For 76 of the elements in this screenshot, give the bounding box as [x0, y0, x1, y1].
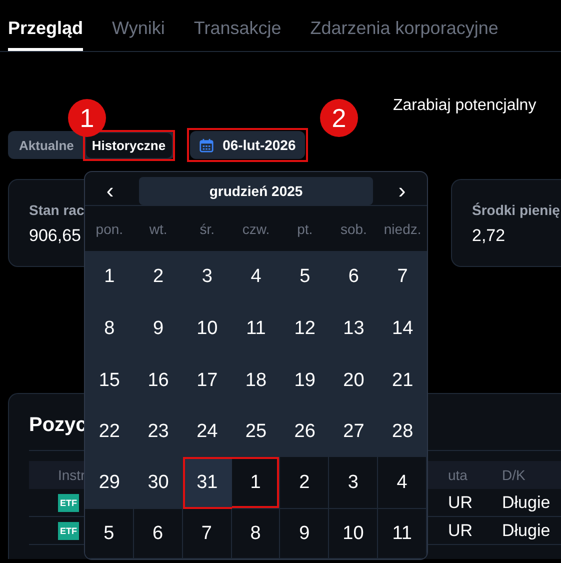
calendar-day[interactable]: 16	[134, 355, 183, 407]
column-header: Instr	[58, 467, 86, 483]
month-button[interactable]: grudzień 2025	[139, 177, 373, 205]
table-cell: Długie	[502, 492, 550, 512]
card-label: Stan rac	[29, 202, 84, 218]
calendar-day[interactable]: 2	[134, 251, 183, 303]
calendar-day[interactable]: 24	[182, 407, 232, 457]
calendar-day[interactable]: 5	[85, 509, 134, 559]
calendar-icon	[198, 138, 214, 152]
calendar-day[interactable]: 4	[378, 457, 427, 509]
tab[interactable]: Zdarzenia korporacyjne	[310, 16, 498, 51]
etf-badge: ETF	[58, 522, 79, 540]
tab[interactable]: Przegląd	[8, 16, 84, 51]
calendar-day[interactable]: 23	[134, 407, 183, 457]
calendar-day[interactable]: 15	[85, 355, 134, 407]
calendar-day[interactable]: 7	[182, 509, 232, 559]
etf-badge: ETF	[58, 494, 79, 512]
calendar-day[interactable]: 20	[329, 355, 378, 407]
calendar-day[interactable]: 26	[280, 407, 330, 457]
tab[interactable]: Wyniki	[112, 16, 165, 51]
calendar-day[interactable]: 28	[378, 407, 427, 457]
calendar-day[interactable]: 4	[232, 251, 280, 303]
calendar-day[interactable]: 1	[85, 251, 134, 303]
weekday-label: niedz.	[382, 220, 422, 236]
calendar-day[interactable]: 6	[329, 251, 378, 303]
calendar-day[interactable]: 17	[182, 355, 232, 407]
column-header: D/K	[502, 467, 526, 483]
calendar-day[interactable]: 10	[182, 303, 232, 355]
weekday-label: wt.	[148, 220, 168, 236]
column-header: uta	[448, 467, 468, 483]
toggle-option[interactable]: Historyczne	[86, 132, 172, 158]
calendar-day[interactable]: 18	[232, 355, 280, 407]
calendar-day[interactable]: 31	[182, 457, 232, 509]
card-label: Środki pienię	[472, 202, 560, 218]
calendar-day[interactable]: 12	[280, 303, 330, 355]
calendar-day[interactable]: 9	[134, 303, 183, 355]
table-cell: UR	[448, 520, 473, 540]
card-value: 2,72	[472, 226, 506, 246]
calendar-day[interactable]: 5	[280, 251, 330, 303]
calendar-day[interactable]: 2	[280, 457, 330, 509]
calendar-day[interactable]: 1	[232, 457, 280, 509]
calendar-day[interactable]: 8	[232, 509, 280, 559]
weekday-label: pt.	[296, 220, 314, 236]
table-cell: UR	[448, 492, 473, 512]
promo-text: Zarabiaj potencjalny	[393, 97, 536, 114]
calendar-day[interactable]: 9	[280, 509, 330, 559]
calendar-day[interactable]: 25	[232, 407, 280, 457]
number-marker: 1	[68, 99, 106, 137]
table-cell: Długie	[502, 520, 550, 540]
calendar-day[interactable]: 8	[85, 303, 134, 355]
calendar-day[interactable]: 10	[329, 509, 378, 559]
tab[interactable]: Transakcje	[194, 16, 282, 51]
calendar-day[interactable]: 19	[280, 355, 330, 407]
calendar-day[interactable]: 11	[232, 303, 280, 355]
calendar-day[interactable]: 7	[378, 251, 427, 303]
calendar-day[interactable]: 11	[378, 509, 427, 559]
date-button[interactable]: 06-lut-2026	[190, 131, 305, 159]
card-value: 906,65	[29, 226, 81, 246]
calendar-day[interactable]: 14	[378, 303, 427, 355]
weekday-label: śr.	[198, 220, 216, 236]
weekday-label: sob.	[339, 220, 368, 236]
calendar-day[interactable]: 30	[134, 457, 183, 509]
previous-month-button[interactable]: ‹	[97, 179, 123, 203]
calendar-day[interactable]: 6	[134, 509, 183, 559]
weekday-label: czw.	[241, 220, 271, 236]
calendar-day[interactable]: 13	[329, 303, 378, 355]
number-marker: 2	[320, 99, 358, 137]
calendar-day[interactable]: 22	[85, 407, 134, 457]
calendar-day[interactable]: 21	[378, 355, 427, 407]
calendar-day[interactable]: 3	[182, 251, 232, 303]
next-month-button[interactable]: ›	[389, 179, 415, 203]
calendar-day[interactable]: 3	[329, 457, 378, 509]
panel-title: Pozyc	[29, 414, 87, 438]
weekday-label: pon.	[94, 220, 124, 236]
calendar-day[interactable]: 29	[85, 457, 134, 509]
calendar-day[interactable]: 27	[329, 407, 378, 457]
